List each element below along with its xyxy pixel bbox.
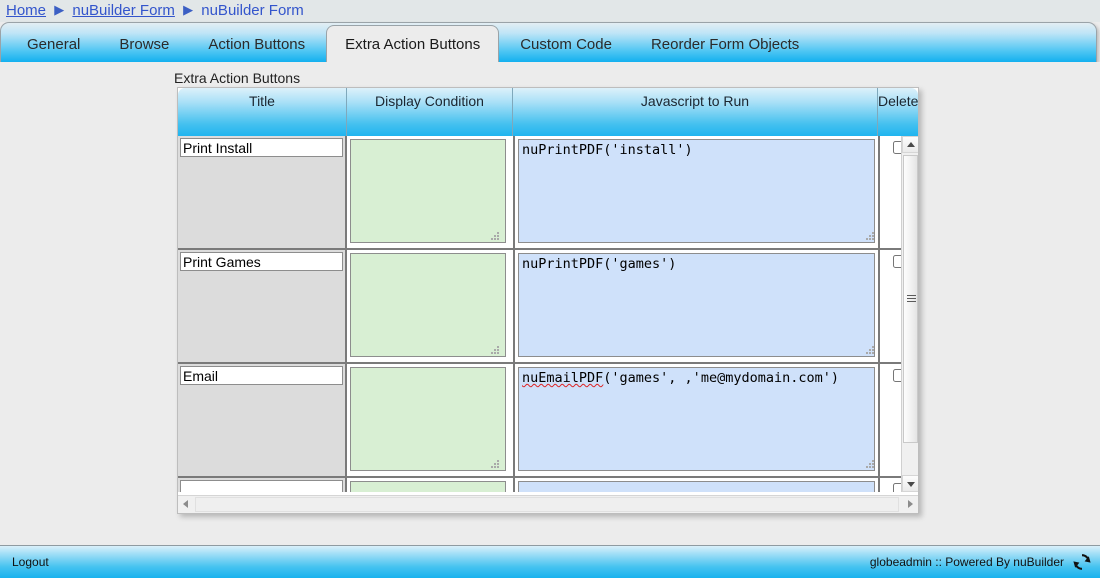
display-condition-textarea[interactable] (350, 253, 506, 357)
cell-title (178, 364, 347, 476)
cell-display-condition (347, 250, 513, 362)
javascript-text: ('games', ,'me@mydomain.com') (603, 370, 839, 386)
display-condition-textarea[interactable] (350, 481, 506, 492)
javascript-text: nuPrintPDF('games') (522, 256, 677, 272)
scroll-left-arrow-icon[interactable] (178, 496, 195, 513)
column-header-delete: Delete (878, 93, 918, 109)
cell-display-condition (347, 136, 513, 248)
tab-browse[interactable]: Browse (101, 28, 187, 62)
scrollbar-grip-icon (907, 295, 916, 303)
title-input[interactable] (180, 252, 343, 271)
column-header-display-condition: Display Condition (347, 88, 513, 136)
table-row: nuPrintPDF('install') (178, 136, 918, 250)
logout-link[interactable]: Logout (12, 555, 49, 569)
cell-javascript (513, 478, 878, 492)
cell-display-condition (347, 478, 513, 492)
breadcrumb-separator-icon: ▶ (54, 2, 65, 17)
javascript-misspelled-token: nuEmailPDF (522, 370, 604, 386)
cell-javascript: nuEmailPDF('games', ,'me@mydomain.com') (513, 364, 878, 476)
column-header-javascript-to-run: Javascript to Run (513, 88, 878, 136)
cell-title (178, 136, 347, 248)
breadcrumb: Home ▶ nuBuilder Form ▶ nuBuilder Form (0, 0, 1100, 22)
display-condition-textarea[interactable] (350, 139, 506, 243)
content-panel: Extra Action Buttons Title Display Condi… (0, 62, 1100, 545)
table-row (178, 478, 918, 492)
column-header-title: Title (178, 88, 347, 136)
horizontal-scrollbar-thumb[interactable] (195, 497, 899, 512)
breadcrumb-item-nubuilder-form[interactable]: nuBuilder Form (72, 2, 175, 19)
footer-bar: Logout globeadmin :: Powered By nuBuilde… (0, 545, 1100, 578)
tab-bar: General Browse Action Buttons Extra Acti… (0, 22, 1097, 63)
extra-action-buttons-grid: Title Display Condition Javascript to Ru… (177, 87, 919, 514)
title-input[interactable] (180, 366, 343, 385)
tab-custom-code[interactable]: Custom Code (502, 28, 630, 62)
section-title: Extra Action Buttons (174, 70, 301, 86)
tab-action-buttons[interactable]: Action Buttons (190, 28, 323, 62)
title-input[interactable] (180, 480, 343, 492)
table-row: nuEmailPDF('games', ,'me@mydomain.com') (178, 364, 918, 478)
cell-title (178, 250, 347, 362)
vertical-scrollbar-thumb[interactable] (903, 155, 918, 443)
javascript-textarea[interactable]: nuPrintPDF('games') (518, 253, 875, 357)
refresh-icon[interactable] (1072, 552, 1092, 572)
javascript-textarea[interactable]: nuEmailPDF('games', ,'me@mydomain.com') (518, 367, 875, 471)
breadcrumb-item-home[interactable]: Home (6, 2, 46, 19)
breadcrumb-separator-icon: ▶ (183, 2, 194, 17)
tab-reorder-form-objects[interactable]: Reorder Form Objects (633, 28, 817, 62)
footer-status-text: globeadmin :: Powered By nuBuilder (869, 555, 1064, 569)
cell-javascript: nuPrintPDF('install') (513, 136, 878, 248)
table-row: nuPrintPDF('games') (178, 250, 918, 364)
javascript-text: nuPrintPDF('install') (522, 142, 693, 158)
horizontal-scrollbar[interactable] (178, 495, 918, 513)
cell-title (178, 478, 347, 492)
display-condition-textarea[interactable] (350, 367, 506, 471)
title-input[interactable] (180, 138, 343, 157)
scroll-right-arrow-icon[interactable] (901, 496, 918, 513)
scroll-up-arrow-icon[interactable] (902, 136, 918, 153)
scroll-down-arrow-icon[interactable] (902, 475, 918, 492)
grid-body: nuPrintPDF('install') (178, 136, 918, 492)
vertical-scrollbar[interactable] (901, 136, 918, 492)
tab-extra-action-buttons[interactable]: Extra Action Buttons (326, 25, 500, 63)
cell-display-condition (347, 364, 513, 476)
javascript-textarea[interactable] (518, 481, 875, 492)
grid-header-row: Title Display Condition Javascript to Ru… (178, 88, 918, 136)
cell-javascript: nuPrintPDF('games') (513, 250, 878, 362)
javascript-textarea[interactable]: nuPrintPDF('install') (518, 139, 875, 243)
breadcrumb-item-current: nuBuilder Form (201, 2, 304, 19)
tab-general[interactable]: General (9, 28, 98, 62)
